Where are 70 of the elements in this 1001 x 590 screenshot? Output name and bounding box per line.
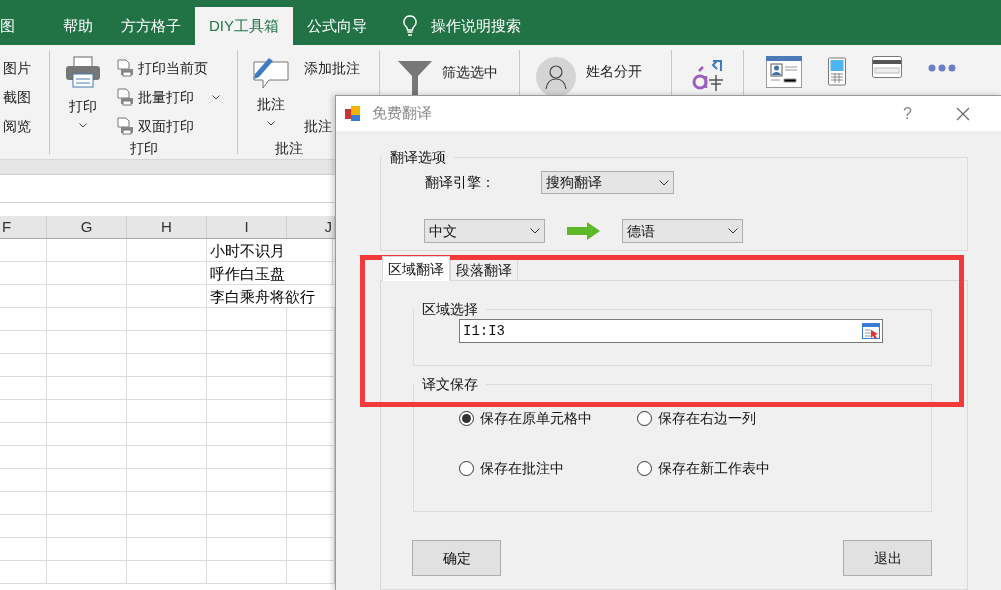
- range-input[interactable]: I1:I3: [459, 319, 883, 343]
- radio-option[interactable]: 保存在右边一列: [637, 408, 837, 428]
- document-printer-icon: [116, 117, 134, 135]
- lightbulb-icon: [403, 15, 417, 37]
- ribbon-command[interactable]: 打印当前页: [116, 56, 220, 80]
- cell-text: 李白乘舟将欲行: [209, 287, 315, 307]
- dialog-title: 免费翻译: [372, 103, 432, 124]
- more-icon[interactable]: [928, 64, 956, 72]
- radio-option[interactable]: 保存在新工作表中: [637, 458, 837, 478]
- ribbon-command[interactable]: 阅览: [0, 114, 49, 138]
- group-label: 译文保存: [421, 376, 479, 392]
- target-language-dropdown[interactable]: 德语: [622, 219, 743, 243]
- ribbon-command[interactable]: 筛选选中: [442, 60, 498, 84]
- radio-button[interactable]: [459, 410, 474, 426]
- cell-text: 呼作白玉盘: [209, 264, 285, 284]
- ribbon-command[interactable]: 截图: [0, 85, 49, 109]
- engine-label: 翻译引擎：: [425, 173, 496, 192]
- user-avatar-icon: [536, 57, 576, 97]
- chevron-down-icon: [79, 123, 87, 128]
- comment-button[interactable]: 批注: [238, 50, 304, 138]
- language-translate-icon[interactable]: [690, 60, 725, 92]
- radio-button[interactable]: [459, 460, 474, 476]
- help-button[interactable]: ?: [903, 101, 912, 126]
- ribbon-tab[interactable]: 帮助: [49, 7, 107, 45]
- ribbon-tab[interactable]: 图: [0, 7, 49, 45]
- card-icon[interactable]: [872, 56, 902, 78]
- funnel-icon: [398, 60, 432, 96]
- dialog-button[interactable]: 确定: [412, 540, 501, 576]
- chevron-down-icon: [212, 94, 220, 100]
- ribbon-tab[interactable]: DIY工具箱: [195, 7, 293, 45]
- radio-option[interactable]: 保存在原单元格中: [459, 408, 637, 428]
- ribbon-command[interactable]: 批量打印: [116, 85, 220, 109]
- ribbon-command[interactable]: 双面打印: [116, 114, 220, 138]
- ribbon-command[interactable]: 添加批注: [304, 56, 360, 80]
- range-select-icon[interactable]: [862, 323, 880, 339]
- source-language-dropdown[interactable]: 中文: [424, 219, 545, 243]
- ribbon-tab[interactable]: 公式向导: [293, 7, 381, 45]
- column-header[interactable]: I: [207, 216, 287, 238]
- print-button[interactable]: 打印: [50, 50, 116, 138]
- chevron-down-icon: [728, 228, 738, 234]
- column-header[interactable]: H: [127, 216, 207, 238]
- mobile-phone-icon[interactable]: [828, 56, 846, 86]
- radio-button[interactable]: [637, 460, 652, 476]
- document-printer-icon: [116, 59, 134, 77]
- radio-button[interactable]: [637, 410, 652, 426]
- column-header[interactable]: G: [47, 216, 127, 238]
- arrow-right-icon: [567, 222, 600, 240]
- search-label[interactable]: 操作说明搜索: [431, 14, 521, 38]
- group-label: 区域选择: [421, 301, 479, 317]
- cell-text: 小时不识月: [209, 241, 285, 261]
- group-label: 翻译选项: [389, 149, 447, 165]
- engine-dropdown[interactable]: 搜狗翻译: [541, 171, 674, 194]
- ribbon-command[interactable]: 姓名分开: [586, 59, 642, 83]
- tab[interactable]: 区域翻译: [382, 256, 450, 281]
- dialog-button[interactable]: 退出: [843, 540, 932, 576]
- ribbon-command[interactable]: 图片: [0, 56, 49, 80]
- id-card-icon[interactable]: [766, 56, 802, 88]
- close-icon[interactable]: [956, 106, 970, 121]
- printer-icon: [65, 56, 101, 88]
- chevron-down-icon: [267, 121, 275, 126]
- group-label: 打印: [128, 139, 159, 158]
- column-header[interactable]: F: [0, 216, 47, 238]
- app-icon: [344, 104, 362, 123]
- document-printer-icon: [116, 88, 134, 106]
- radio-option[interactable]: 保存在批注中: [459, 458, 637, 478]
- ribbon-tab[interactable]: 方方格子: [107, 7, 195, 45]
- chevron-down-icon: [659, 179, 669, 186]
- chevron-down-icon: [530, 228, 540, 234]
- group-label: 批注: [273, 139, 304, 158]
- tab[interactable]: 段落翻译: [450, 259, 518, 281]
